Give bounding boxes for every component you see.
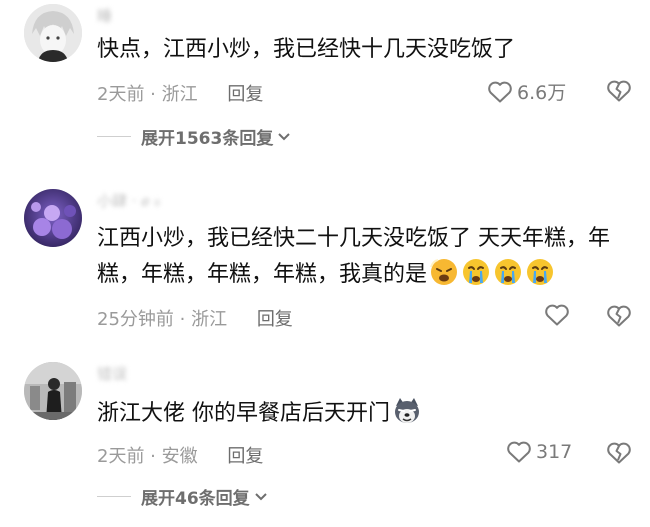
username[interactable]: 睡 — [97, 5, 112, 26]
comment-time: 2天前 — [97, 446, 145, 467]
separator: · — [144, 84, 162, 105]
crying-face-emoji-icon — [495, 259, 522, 285]
comment-text-content: 浙江大佬 你的早餐店后天开门 — [97, 401, 390, 426]
chevron-down-icon — [278, 132, 291, 140]
divider-line — [97, 496, 131, 497]
dislike-button[interactable] — [606, 441, 632, 465]
comment-location: 浙江 — [161, 84, 198, 105]
expand-replies-label: 展开46条回复 — [141, 489, 250, 509]
dislike-button[interactable] — [606, 304, 632, 328]
tired-face-emoji-icon — [430, 259, 458, 285]
comment-text-content: 快点，江西小炒，我已经快十几天没吃饭了 — [97, 37, 516, 62]
username[interactable]: 错误 — [97, 363, 127, 384]
comment-text: 浙江大佬 你的早餐店后天开门 — [97, 396, 642, 432]
like-count: 317 — [536, 441, 573, 463]
like-count: 6.6万 — [517, 82, 567, 104]
expand-replies-button[interactable]: 展开1563条回复 — [97, 124, 291, 149]
reply-button[interactable]: 回复 — [257, 309, 293, 330]
reply-button[interactable]: 回复 — [227, 446, 263, 467]
like-button[interactable]: 6.6万 — [487, 78, 566, 105]
crying-face-emoji-icon — [527, 259, 554, 285]
husky-face-emoji-icon — [395, 398, 419, 423]
broken-heart-icon — [607, 80, 631, 102]
comment-text: 江西小炒，我已经快二十几天没吃饭了 天天年糕，年糕，年糕，年糕，年糕，我真的是 — [97, 221, 642, 293]
comment-meta: 2天前 · 浙江 回复 — [97, 80, 263, 106]
heart-icon — [507, 441, 531, 463]
comment-text: 快点，江西小炒，我已经快十几天没吃饭了 — [97, 32, 642, 68]
expand-replies-button[interactable]: 展开46条回复 — [97, 484, 267, 509]
dislike-button[interactable] — [606, 79, 632, 103]
username[interactable]: 小肆 · 𝑒 ₀ — [97, 190, 160, 211]
comment-meta: 2天前 · 安徽 回复 — [97, 442, 263, 468]
chevron-down-icon — [254, 492, 267, 500]
avatar[interactable] — [24, 4, 82, 62]
comment-meta: 25分钟前 · 浙江 回复 — [97, 305, 293, 331]
comment-item: 错误 浙江大佬 你的早餐店后天开门 2天前 · 安徽 回复 317 展开46条回… — [0, 362, 650, 527]
comment-time: 25分钟前 — [97, 309, 174, 330]
avatar[interactable] — [24, 189, 82, 247]
crying-face-emoji-icon — [463, 259, 490, 285]
comment-item: 小肆 · 𝑒 ₀ 江西小炒，我已经快二十几天没吃饭了 天天年糕，年糕，年糕，年糕… — [0, 185, 650, 345]
heart-icon — [488, 81, 512, 102]
comment-item: 睡 快点，江西小炒，我已经快十几天没吃饭了 2天前 · 浙江 回复 6.6万 展… — [0, 0, 650, 160]
expand-replies-label: 展开1563条回复 — [141, 129, 274, 149]
like-button[interactable]: 317 — [506, 440, 572, 464]
broken-heart-icon — [607, 305, 631, 327]
broken-heart-icon — [607, 442, 631, 464]
divider-line — [97, 136, 131, 137]
reply-button[interactable]: 回复 — [227, 84, 263, 105]
comment-time: 2天前 — [97, 84, 145, 105]
comment-location: 安徽 — [161, 446, 198, 467]
heart-icon — [545, 304, 569, 326]
separator: · — [173, 309, 192, 330]
comment-location: 浙江 — [191, 309, 228, 330]
avatar[interactable] — [24, 362, 82, 420]
like-button[interactable] — [544, 303, 570, 327]
separator: · — [144, 446, 162, 467]
